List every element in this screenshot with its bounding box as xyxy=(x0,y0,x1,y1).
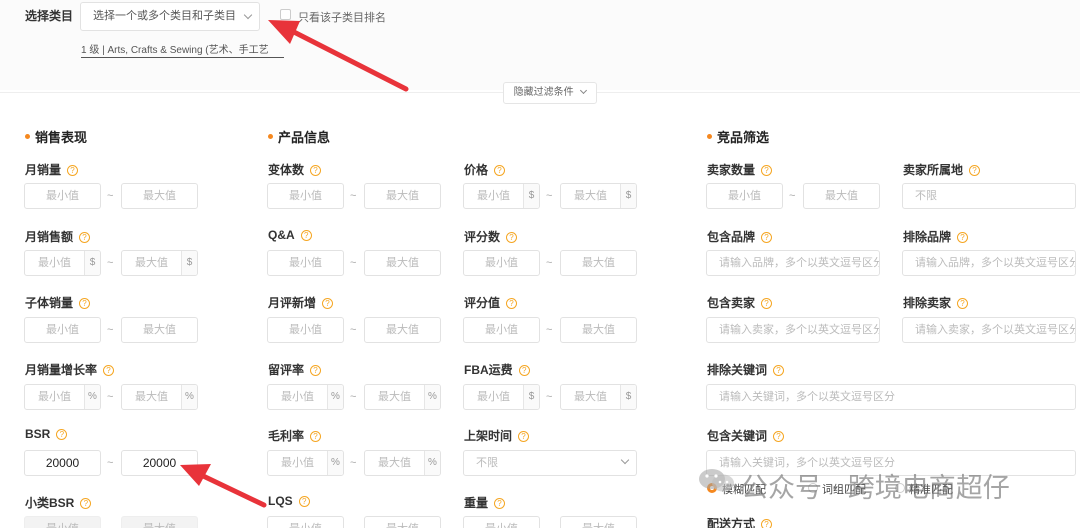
arrow-top-icon xyxy=(268,20,409,92)
arrow-bsr-icon xyxy=(180,464,267,508)
annotation-arrows xyxy=(180,20,409,508)
